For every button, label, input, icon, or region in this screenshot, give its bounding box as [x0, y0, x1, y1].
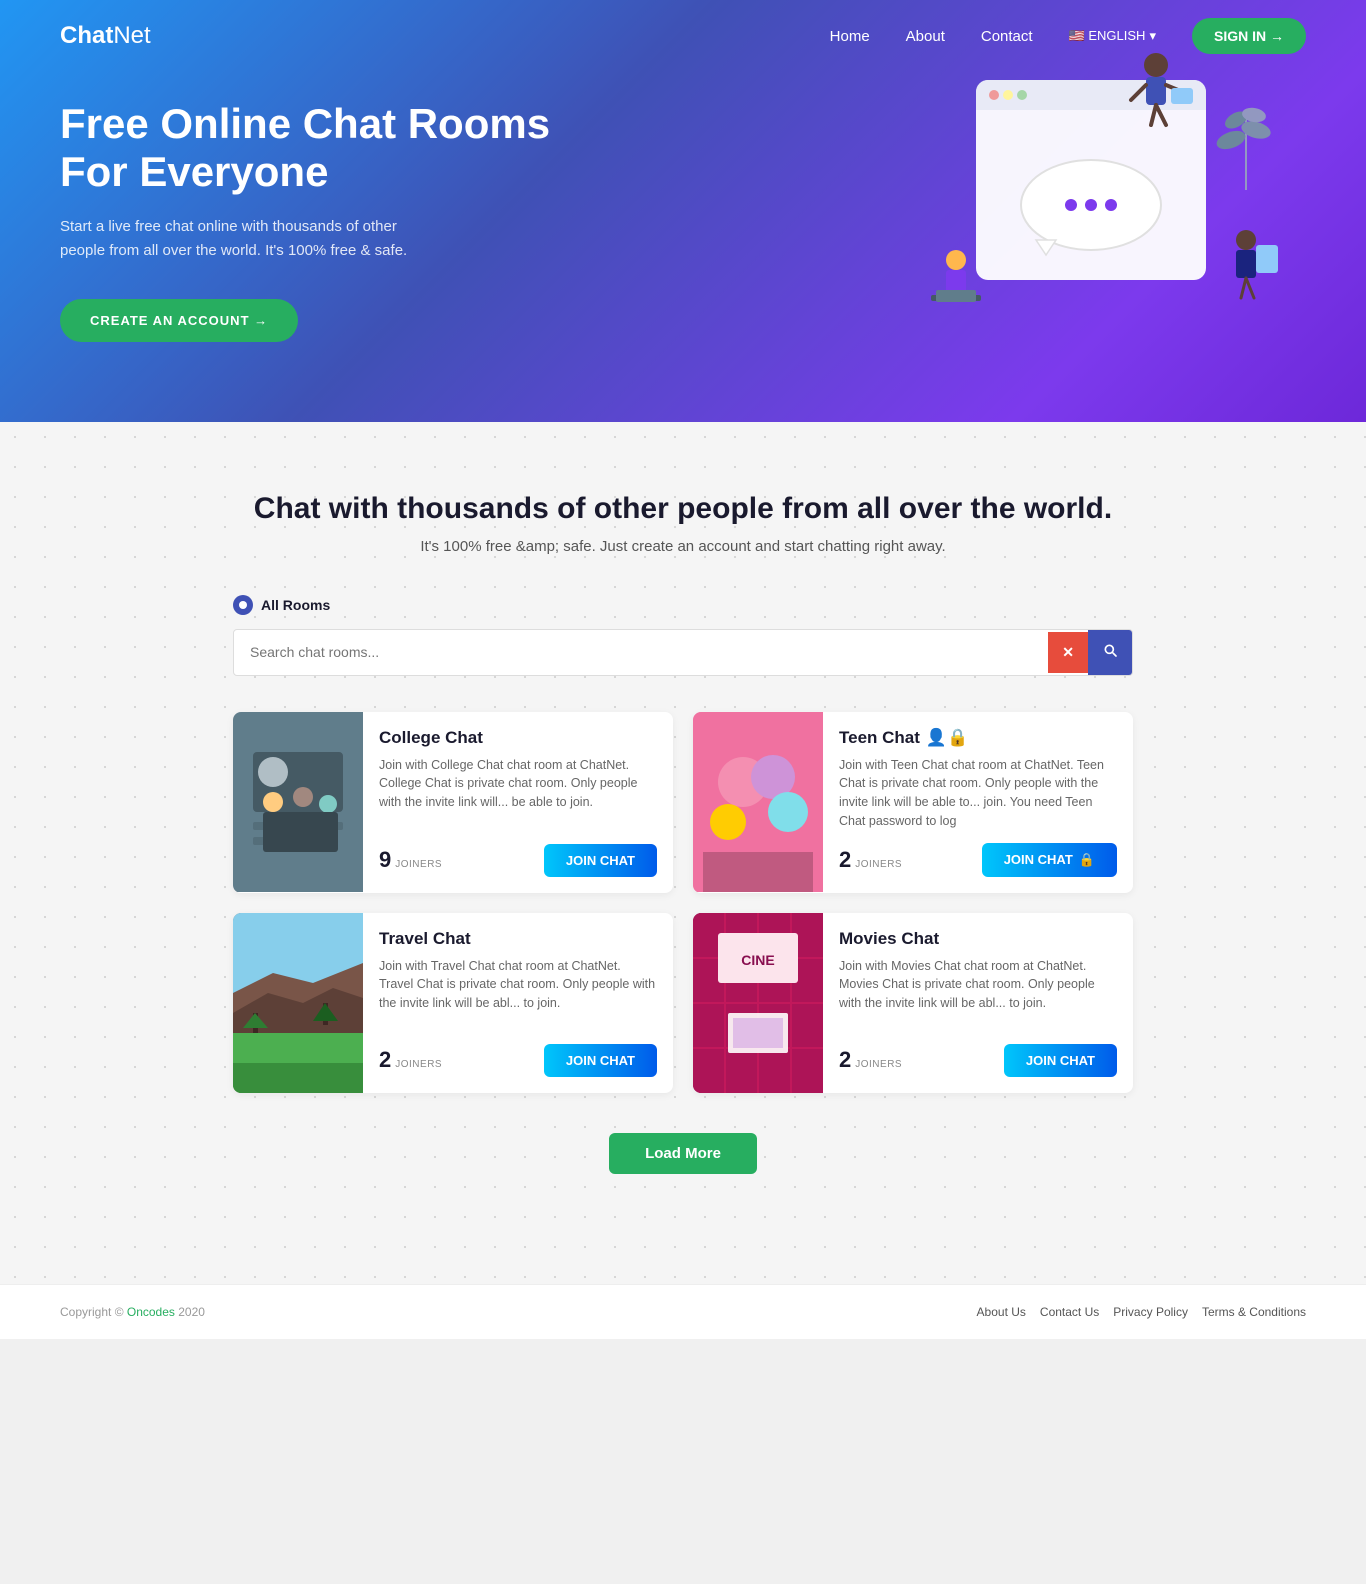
teen-chat-footer: 2 JOINERS JOIN CHAT 🔒: [839, 843, 1117, 877]
movies-joiners: 2 JOINERS: [839, 1047, 902, 1073]
movies-chat-body: Movies Chat Join with Movies Chat chat r…: [823, 913, 1133, 1093]
travel-chat-title: Travel Chat: [379, 929, 657, 949]
college-chat-desc: Join with College Chat chat room at Chat…: [379, 756, 657, 832]
travel-joiners: 2 JOINERS: [379, 1047, 442, 1073]
movies-chat-card: CINE Movies Chat Join with Movies Chat c…: [693, 913, 1133, 1093]
hero-illustration: [886, 30, 1306, 390]
search-bar: ✕: [233, 629, 1133, 676]
search-clear-button[interactable]: ✕: [1048, 632, 1088, 673]
movies-chat-title: Movies Chat: [839, 929, 1117, 949]
movies-chat-desc: Join with Movies Chat chat room at ChatN…: [839, 957, 1117, 1032]
load-more-button[interactable]: Load More: [609, 1133, 757, 1174]
footer-links: About Us Contact Us Privacy Policy Terms…: [977, 1305, 1306, 1319]
navbar: ChatNet Home About Contact 🇺🇸 ENGLISH ▾ …: [0, 0, 1366, 72]
footer: Copyright © Oncodes 2020 About Us Contac…: [0, 1284, 1366, 1339]
all-rooms-label: All Rooms: [261, 597, 330, 613]
section-heading: Chat with thousands of other people from…: [60, 492, 1306, 526]
movies-chat-footer: 2 JOINERS JOIN CHAT: [839, 1044, 1117, 1077]
college-chat-image: [233, 712, 363, 892]
teen-chat-title: Teen Chat 👤🔒: [839, 728, 1117, 748]
load-more-section: Load More: [233, 1133, 1133, 1174]
travel-join-button[interactable]: JOIN CHAT: [544, 1044, 657, 1077]
movies-join-button[interactable]: JOIN CHAT: [1004, 1044, 1117, 1077]
teen-chat-card: Teen Chat 👤🔒 Join with Teen Chat chat ro…: [693, 712, 1133, 893]
teen-chat-desc: Join with Teen Chat chat room at ChatNet…: [839, 756, 1117, 831]
teen-join-button[interactable]: JOIN CHAT 🔒: [982, 843, 1117, 877]
teen-joiners: 2 JOINERS: [839, 847, 902, 873]
college-chat-card: College Chat Join with College Chat chat…: [233, 712, 673, 893]
college-chat-footer: 9 JOINERS JOIN CHAT: [379, 844, 657, 877]
nav-home[interactable]: Home: [830, 28, 870, 45]
main-section: Chat with thousands of other people from…: [0, 422, 1366, 1284]
travel-chat-body: Travel Chat Join with Travel Chat chat r…: [363, 913, 673, 1093]
nav-contact[interactable]: Contact: [981, 28, 1033, 45]
travel-chat-card: Travel Chat Join with Travel Chat chat r…: [233, 913, 673, 1093]
college-chat-title: College Chat: [379, 728, 657, 748]
hero-subtitle: Start a live free chat online with thous…: [60, 215, 440, 263]
footer-about-link[interactable]: About Us: [977, 1305, 1026, 1319]
signin-button[interactable]: SIGN IN →: [1192, 18, 1306, 54]
search-go-button[interactable]: [1088, 630, 1132, 675]
teen-join-lock-icon: 🔒: [1079, 852, 1095, 868]
footer-copyright: Copyright © Oncodes 2020: [60, 1305, 205, 1319]
footer-privacy-link[interactable]: Privacy Policy: [1113, 1305, 1188, 1319]
language-selector[interactable]: 🇺🇸 ENGLISH ▾: [1069, 28, 1156, 44]
all-rooms-bar: All Rooms: [233, 595, 1133, 615]
teen-chat-body: Teen Chat 👤🔒 Join with Teen Chat chat ro…: [823, 712, 1133, 893]
travel-chat-desc: Join with Travel Chat chat room at ChatN…: [379, 957, 657, 1032]
logo-light: Net: [113, 22, 150, 49]
nav-links: Home About Contact 🇺🇸 ENGLISH ▾ SIGN IN …: [830, 18, 1306, 54]
all-rooms-dot: [233, 595, 253, 615]
footer-terms-link[interactable]: Terms & Conditions: [1202, 1305, 1306, 1319]
college-joiners: 9 JOINERS: [379, 847, 442, 873]
logo: ChatNet: [60, 22, 151, 50]
search-input[interactable]: [234, 632, 1048, 672]
hero-content: Free Online Chat Rooms For Everyone Star…: [60, 100, 560, 342]
section-subtext: It's 100% free &amp; safe. Just create a…: [60, 538, 1306, 555]
teen-chat-image: [693, 712, 823, 892]
footer-brand-link[interactable]: Oncodes: [127, 1305, 175, 1319]
nav-about[interactable]: About: [906, 28, 945, 45]
college-join-button[interactable]: JOIN CHAT: [544, 844, 657, 877]
teen-lock-icons: 👤🔒: [926, 728, 968, 748]
logo-bold: Chat: [60, 22, 113, 49]
travel-chat-image: [233, 913, 363, 1093]
movies-chat-image: CINE: [693, 913, 823, 1093]
create-account-button[interactable]: CREATE AN ACCOUNT →: [60, 299, 298, 342]
travel-chat-footer: 2 JOINERS JOIN CHAT: [379, 1044, 657, 1077]
svg-text:CINE: CINE: [741, 952, 774, 968]
hero-title: Free Online Chat Rooms For Everyone: [60, 100, 560, 197]
cards-grid: College Chat Join with College Chat chat…: [233, 712, 1133, 1093]
college-chat-body: College Chat Join with College Chat chat…: [363, 712, 673, 893]
footer-contact-link[interactable]: Contact Us: [1040, 1305, 1099, 1319]
